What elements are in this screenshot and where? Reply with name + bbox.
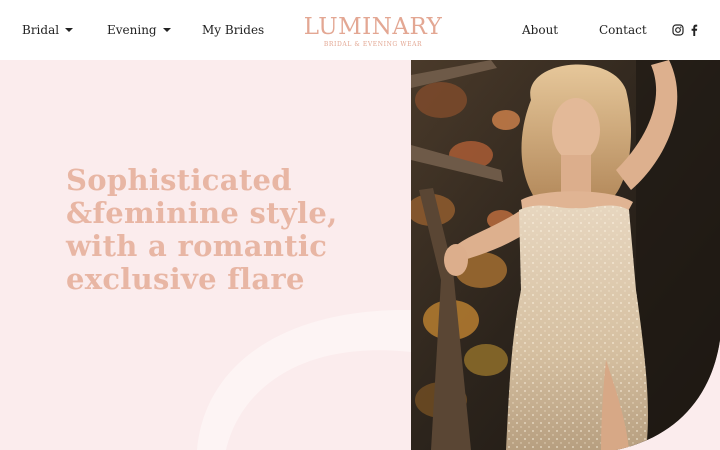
nav-about-label: About [522,23,559,37]
nav-my-brides-link[interactable]: My Brides [202,22,264,38]
nav-about-link[interactable]: About [522,22,558,38]
chevron-down-icon [162,27,171,32]
nav-evening-menu[interactable]: Evening [107,22,171,38]
nav-my-brides-label: My Brides [202,23,265,37]
hero-headline: Sophisticated &feminine style, with a ro… [66,164,396,296]
facebook-icon[interactable] [688,24,700,36]
headline-line: exclusive flare [66,262,305,296]
headline-line: with a romantic [66,229,328,263]
hero-image [411,60,720,450]
nav-bridal-menu[interactable]: Bridal [22,22,74,38]
nav-contact-link[interactable]: Contact [599,22,647,38]
logo-name: LUMINARY [303,14,443,40]
headline-line: &feminine style, [66,196,338,230]
hero-text-panel: Sophisticated &feminine style, with a ro… [0,60,411,450]
instagram-icon[interactable] [672,24,684,36]
logo-tagline: BRIDAL & EVENING WEAR [323,41,423,48]
headline-line: Sophisticated [66,163,292,197]
nav-evening-label: Evening [107,23,157,37]
nav-bridal-label: Bridal [22,23,60,37]
logo[interactable]: LUMINARY BRIDAL & EVENING WEAR [300,14,446,49]
nav-contact-label: Contact [599,23,647,37]
navbar: Bridal Evening My Brides LUMINARY BRIDAL… [0,0,720,60]
chevron-down-icon [65,27,74,32]
